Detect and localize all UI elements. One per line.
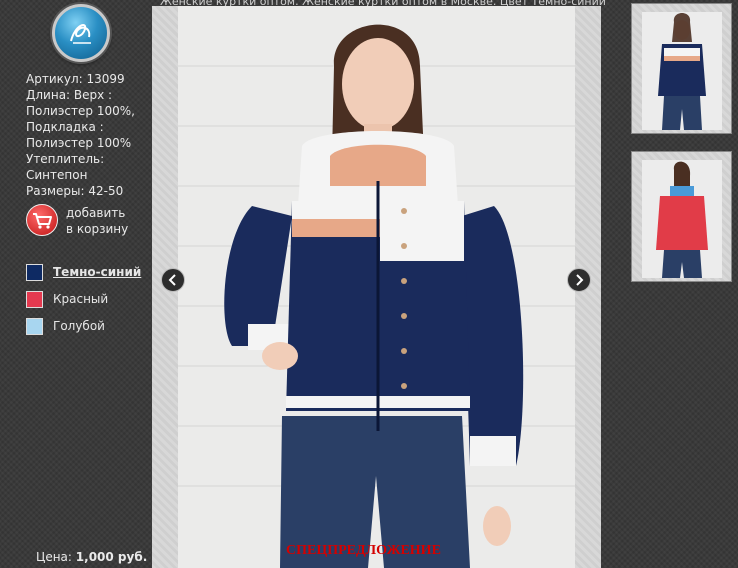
next-image-button[interactable] (567, 268, 591, 292)
lining-material: Полиэстер 100% (26, 136, 132, 150)
color-swatch (26, 318, 43, 335)
color-swatch (26, 291, 43, 308)
color-label: Красный (53, 292, 109, 306)
article-number: Артикул: 13099 (26, 72, 125, 86)
price: Цена: 1,000 руб. (36, 550, 147, 564)
site-logo[interactable] (52, 4, 110, 62)
color-option-red[interactable]: Красный (26, 291, 151, 308)
thumbnail-red-image (642, 160, 722, 278)
top-material: Полиэстер 100%, (26, 104, 135, 118)
lining-label: Подкладка : (26, 120, 104, 134)
chevron-right-icon (576, 274, 584, 286)
model-illustration (178, 6, 575, 568)
special-offer-label: СПЕЦПРЕДЛОЖЕНИЕ (286, 543, 441, 558)
length-label: Длина: Верх : (26, 88, 113, 102)
add-to-cart-label: добавить в корзину (66, 206, 129, 236)
color-option-navy[interactable]: Темно-синий (26, 264, 151, 281)
main-product-photo (152, 6, 601, 568)
product-info: Артикул: 13099 Длина: Верх : Полиэстер 1… (26, 71, 151, 199)
shopping-cart-icon (26, 204, 58, 236)
color-label: Голубой (53, 319, 105, 333)
logo-script-icon (70, 24, 91, 44)
add-to-cart-button[interactable]: добавить в корзину (26, 204, 151, 238)
insulation-material: Синтепон (26, 168, 88, 182)
chevron-left-icon (168, 274, 176, 286)
color-swatch (26, 264, 43, 281)
thumbnail-navy-image (642, 12, 722, 130)
thumbnail-red[interactable] (631, 151, 732, 282)
price-label: Цена: (36, 550, 72, 564)
price-value: 1,000 руб. (75, 550, 148, 564)
color-option-light-blue[interactable]: Голубой (26, 318, 151, 335)
insulation-label: Утеплитель: (26, 152, 105, 166)
color-label: Темно-синий (53, 265, 142, 279)
thumbnail-navy[interactable] (631, 3, 732, 134)
previous-image-button[interactable] (161, 268, 185, 292)
sizes: Размеры: 42-50 (26, 184, 124, 198)
color-options: Темно-синий Красный Голубой (26, 264, 151, 345)
